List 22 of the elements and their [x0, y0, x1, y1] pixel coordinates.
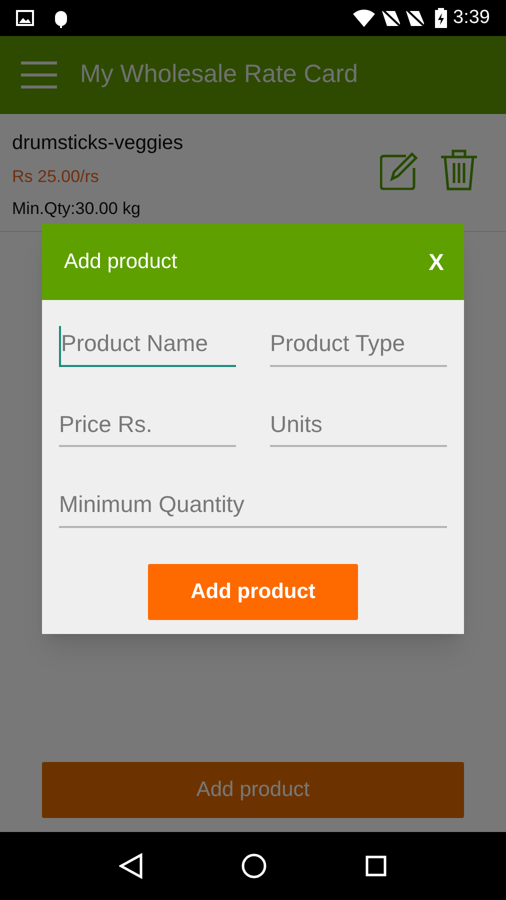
- dialog-title: Add product: [64, 249, 178, 276]
- battery-icon: [435, 8, 448, 28]
- home-icon[interactable]: [241, 853, 267, 879]
- app-title: My Wholesale Rate Card: [80, 59, 358, 90]
- back-icon[interactable]: [119, 853, 143, 879]
- recents-icon[interactable]: [365, 855, 387, 877]
- input-field[interactable]: Units: [270, 406, 447, 447]
- input-field[interactable]: Product Name: [59, 326, 236, 366]
- wifi-icon: [353, 9, 376, 27]
- input-field[interactable]: Product Type: [270, 326, 447, 366]
- product-price: Rs 25.00/rs: [12, 166, 100, 188]
- product-name: drumsticks-veggies: [12, 131, 184, 156]
- clock: 3:39: [453, 6, 490, 30]
- image-icon: [16, 10, 34, 26]
- input-field[interactable]: Price Rs.: [59, 406, 236, 447]
- no-signal-icon: [405, 9, 426, 27]
- add-product-button[interactable]: Add product: [42, 762, 464, 818]
- input-field[interactable]: Minimum Quantity: [59, 487, 447, 528]
- add-product-button[interactable]: Add product: [148, 564, 358, 620]
- close-button[interactable]: X: [428, 244, 444, 280]
- no-signal-icon: [381, 9, 402, 27]
- min-quantity: Min.Qty:30.00 kg: [12, 198, 142, 220]
